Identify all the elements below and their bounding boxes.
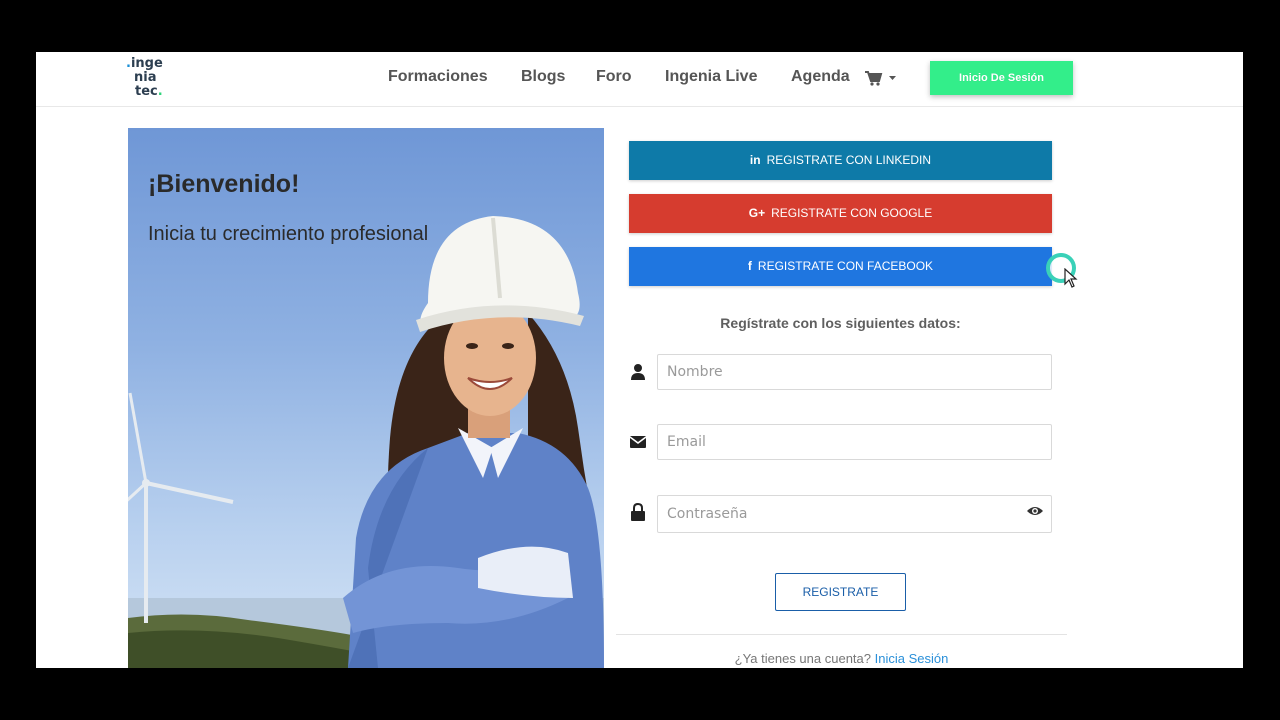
google-plus-icon: G+: [748, 206, 766, 220]
nav-agenda[interactable]: Agenda: [791, 68, 850, 86]
linkedin-icon: in: [749, 153, 761, 167]
facebook-register-button[interactable]: f REGISTRATE CON FACEBOOK: [629, 247, 1052, 286]
divider: [616, 634, 1067, 635]
engineer-photo: [128, 216, 604, 668]
nav-blogs[interactable]: Blogs: [521, 68, 565, 86]
hero-title: ¡Bienvenido!: [148, 170, 300, 198]
shopping-cart-icon: [865, 71, 896, 86]
facebook-register-label: REGISTRATE CON FACEBOOK: [757, 259, 934, 273]
user-icon: [631, 364, 645, 380]
logo[interactable]: .inge nia tec.: [126, 57, 186, 103]
account-prompt: ¿Ya tienes una cuenta? Inicia Sesión: [616, 651, 1067, 666]
email-input[interactable]: [657, 424, 1052, 460]
hero-image: ¡Bienvenido! Inicia tu crecimiento profe…: [128, 128, 604, 668]
name-input[interactable]: [657, 354, 1052, 390]
hero-subtitle: Inicia tu crecimiento profesional: [148, 223, 429, 245]
logo-line-1: inge: [130, 56, 163, 71]
logo-line-3: tec: [135, 84, 158, 99]
password-input[interactable]: [657, 495, 1052, 533]
google-register-label: REGISTRATE CON GOOGLE: [771, 206, 933, 220]
envelope-icon: [629, 436, 647, 448]
linkedin-register-button[interactable]: in REGISTRATE CON LINKEDIN: [629, 141, 1052, 180]
logo-dot-2: .: [157, 84, 163, 99]
mouse-pointer-icon: [1064, 268, 1078, 288]
form-heading: Regístrate con los siguientes datos:: [720, 315, 961, 331]
wind-turbine: [128, 392, 234, 623]
screen: .inge nia tec. Formaciones Blogs Foro In…: [36, 52, 1243, 668]
eye-icon[interactable]: [1026, 504, 1044, 518]
nav-formaciones[interactable]: Formaciones: [388, 68, 488, 86]
login-link[interactable]: Inicia Sesión: [875, 651, 949, 666]
header: .inge nia tec. Formaciones Blogs Foro In…: [36, 52, 1243, 107]
google-register-button[interactable]: G+ REGISTRATE CON GOOGLE: [629, 194, 1052, 233]
logo-line-2: nia: [134, 70, 157, 85]
nav-ingenia-live[interactable]: Ingenia Live: [665, 68, 757, 86]
caret-down-icon: [889, 76, 896, 80]
nav-foro[interactable]: Foro: [596, 68, 632, 86]
register-button[interactable]: REGISTRATE: [775, 573, 906, 611]
linkedin-register-label: REGISTRATE CON LINKEDIN: [766, 153, 932, 167]
account-question: ¿Ya tienes una cuenta?: [734, 651, 871, 666]
login-button[interactable]: Inicio De Sesión: [930, 61, 1073, 95]
lock-icon: [631, 503, 645, 521]
cart-dropdown[interactable]: [864, 69, 900, 89]
facebook-icon: f: [747, 259, 752, 273]
